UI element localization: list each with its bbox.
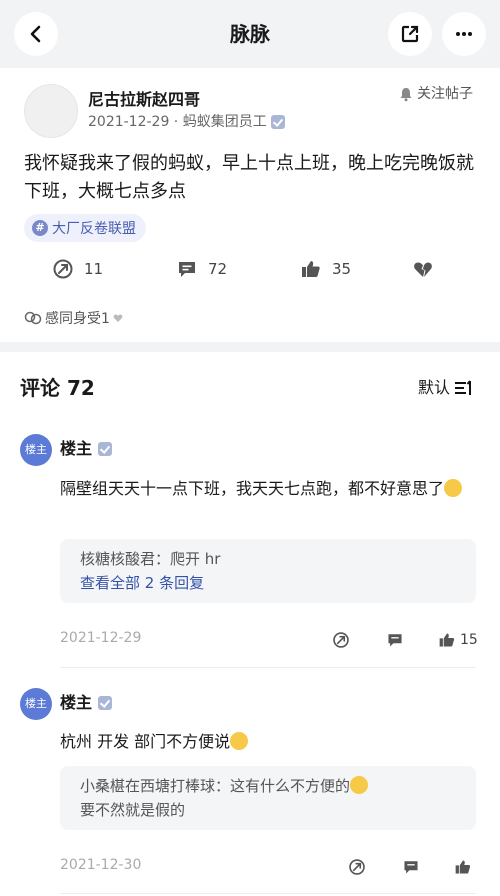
comment-reply-button[interactable]	[402, 858, 420, 876]
post-card: 尼古拉斯赵四哥 2021-12-29 · 蚂蚁集团员工 关注帖子 我怀疑我来了假…	[0, 68, 500, 342]
comment-icon	[179, 262, 195, 277]
verified-icon	[98, 442, 113, 456]
comment-author[interactable]: 楼主	[60, 438, 113, 460]
comment-like-count: 15	[460, 632, 478, 648]
follow-post-button[interactable]: 关注帖子	[398, 84, 473, 104]
comment-reply-button[interactable]	[386, 631, 404, 649]
page-title: 脉脉	[230, 22, 270, 46]
comment-text: 隔壁组天天十一点下班，我天天七点跑，都不好意思了	[60, 476, 480, 502]
sort-label: 默认	[418, 378, 451, 397]
topic-tag-label: 大厂反卷联盟	[52, 221, 136, 237]
comment-author-name: 楼主	[60, 439, 93, 458]
thumbs-up-icon	[455, 860, 471, 874]
post-text: 我怀疑我来了假的蚂蚁，早上十点上班，晚上吃完晚饭就下班，大概七点多点	[24, 153, 474, 202]
share-count: 11	[84, 260, 104, 278]
follow-label: 关注帖子	[417, 86, 473, 102]
author-avatar[interactable]	[24, 84, 78, 138]
more-button[interactable]	[442, 12, 486, 56]
heart-small-icon	[113, 314, 123, 322]
broken-heart-icon	[414, 262, 432, 277]
author-name[interactable]: 尼古拉斯赵四哥	[88, 89, 200, 111]
comment-action[interactable]: 72	[176, 258, 227, 280]
chevron-left-icon	[30, 25, 41, 43]
comment-share-button[interactable]	[332, 631, 350, 649]
reply-box[interactable]: 小桑椹在西塘打棒球：这有什么不方便的 要不然就是假的	[60, 766, 476, 830]
comment-icon	[388, 634, 402, 647]
smile-emoji-icon	[444, 479, 463, 497]
forward-icon	[333, 632, 349, 648]
share-icon	[401, 25, 419, 43]
reply-line-text: 小桑椹在西塘打棒球：这有什么不方便的	[80, 777, 351, 795]
like-action[interactable]: 35	[300, 258, 351, 280]
reply-line: 小桑椹在西塘打棒球：这有什么不方便的	[80, 774, 456, 798]
comments-section: 评论 72 默认 楼主 楼主 隔壁组天天十一点下班，我天天七点跑，都不好意思了 …	[0, 352, 500, 896]
reply-box[interactable]: 核糖核酸君：爬开 hr 查看全部 2 条回复	[60, 539, 476, 603]
laugh-cry-emoji-icon	[230, 732, 249, 750]
hash-icon: #	[32, 220, 48, 236]
forward-icon	[349, 859, 365, 875]
reply-line-2: 要不然就是假的	[80, 801, 186, 819]
comment-share-button[interactable]	[348, 858, 366, 876]
like-count: 35	[332, 260, 352, 278]
comment-author[interactable]: 楼主	[60, 692, 113, 714]
reaction-icon	[24, 311, 42, 325]
comments-header: 评论 72	[20, 376, 95, 400]
more-dots-icon	[456, 32, 472, 36]
verified-icon	[270, 115, 285, 129]
thumbs-up-icon	[439, 633, 455, 647]
comment-divider	[60, 667, 476, 668]
share-button[interactable]	[388, 12, 432, 56]
share-action[interactable]: 11	[52, 258, 103, 280]
reply-line: 核糖核酸君：爬开 hr	[80, 550, 221, 568]
verified-icon	[98, 696, 113, 710]
comment-date: 2021-12-30	[60, 857, 142, 873]
thumbs-up-icon	[302, 261, 320, 277]
comment-like-button[interactable]	[454, 858, 472, 876]
sort-button[interactable]: 默认	[418, 376, 474, 400]
comment-avatar[interactable]: 楼主	[20, 688, 52, 720]
topic-tag[interactable]: # 大厂反卷联盟	[24, 214, 146, 242]
top-bar: 脉脉	[0, 0, 500, 68]
sweat-emoji-icon	[350, 776, 369, 794]
feel-label: 感同身受1	[45, 311, 110, 327]
post-meta-text: 2021-12-29 · 蚂蚁集团员工	[88, 114, 267, 130]
forward-icon	[53, 259, 73, 279]
view-all-replies-link[interactable]: 查看全部 2 条回复	[80, 571, 456, 595]
feel-reactions[interactable]: 感同身受1	[24, 308, 123, 328]
comment-text: 杭州 开发 部门不方便说	[60, 729, 480, 755]
comment-text-content: 隔壁组天天十一点下班，我天天七点跑，都不好意思了	[60, 479, 445, 498]
dislike-action[interactable]	[412, 258, 434, 280]
back-button[interactable]	[14, 12, 58, 56]
bell-icon	[400, 88, 412, 102]
sort-icon	[455, 380, 472, 395]
comment-avatar[interactable]: 楼主	[20, 434, 52, 466]
comment-text-content: 杭州 开发 部门不方便说	[60, 732, 231, 751]
comment-count: 72	[208, 260, 228, 278]
comment-date: 2021-12-29	[60, 630, 142, 646]
comment-icon	[404, 861, 418, 874]
author-meta: 2021-12-29 · 蚂蚁集团员工	[88, 112, 285, 132]
comment-author-name: 楼主	[60, 693, 93, 712]
comment-divider	[60, 893, 476, 894]
comment-like-button[interactable]: 15	[438, 631, 478, 649]
